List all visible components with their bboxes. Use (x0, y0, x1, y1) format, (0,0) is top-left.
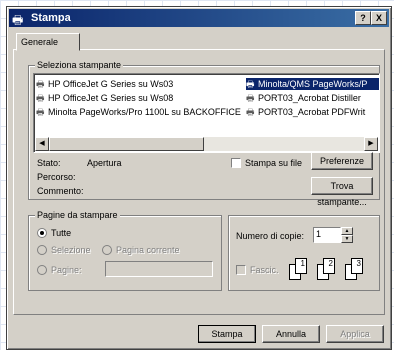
printer-icon: 🖶 (246, 79, 255, 89)
printer-item[interactable]: 🖶 Minolta PageWorks/Pro 1100L su BACKOFFI… (36, 106, 241, 118)
print-to-file-label: Stampa su file (245, 158, 303, 168)
printer-icon: 🖶 (246, 107, 255, 117)
all-pages-radio[interactable] (37, 228, 47, 238)
copies-label: Numero di copie: (236, 231, 305, 241)
printer-item[interactable]: 🖶 PORT03_Acrobat Distiller (246, 92, 361, 104)
close-button[interactable]: X (371, 11, 387, 25)
pages-range-input[interactable] (105, 261, 213, 277)
printer-item[interactable]: 🖶 HP OfficeJet G Series su Ws03 (36, 78, 173, 90)
collate-checkbox[interactable] (236, 265, 246, 275)
status-value: Apertura (87, 158, 122, 168)
cancel-button[interactable]: Annulla (262, 325, 320, 343)
spin-down-icon[interactable]: ▼ (341, 235, 353, 243)
scroll-right-arrow-icon[interactable]: ▶ (364, 137, 378, 151)
page-range-label: Pagine da stampare (35, 210, 120, 220)
page-icon: 2 (323, 258, 335, 274)
find-printer-button[interactable]: Trova stampante... (311, 177, 373, 207)
printer-icon: 🖶 (12, 13, 24, 27)
window-title: Stampa (31, 12, 71, 24)
printer-item-selected[interactable]: 🖶 Minolta/QMS PageWorks/P (246, 78, 379, 90)
page-icon: 3 (351, 258, 363, 274)
printer-item[interactable]: 🖶 HP OfficeJet G Series su Ws08 (36, 92, 173, 104)
current-page-radio[interactable] (102, 245, 112, 255)
print-to-file-checkbox[interactable] (231, 158, 241, 168)
copies-group (228, 215, 380, 291)
title-bar[interactable]: 🖶 Stampa ? X (9, 9, 389, 27)
printer-list[interactable]: 🖶 HP OfficeJet G Series su Ws03 🖶 HP Offic… (33, 73, 380, 153)
help-button[interactable]: ? (355, 11, 371, 25)
pages-label: Pagine: (51, 265, 82, 275)
printer-icon: 🖶 (36, 107, 45, 117)
apply-button[interactable]: Applica (326, 325, 384, 343)
copies-input[interactable]: 1 (313, 227, 341, 243)
tab-general[interactable]: Generale (16, 33, 80, 51)
selection-radio[interactable] (37, 245, 47, 255)
page-icon: 1 (295, 258, 307, 274)
current-page-label: Pagina corrente (116, 245, 180, 255)
printer-icon: 🖶 (246, 93, 255, 103)
printer-icon: 🖶 (36, 79, 45, 89)
location-label: Percorso: (37, 172, 76, 182)
comment-label: Commento: (37, 186, 84, 196)
printer-item[interactable]: 🖶 PORT03_Acrobat PDFWrit (246, 106, 365, 118)
print-button[interactable]: Stampa (198, 325, 256, 343)
select-printer-label: Seleziona stampante (35, 60, 124, 70)
copies-spinner[interactable]: ▲ ▼ (341, 227, 353, 243)
status-label: Stato: (37, 158, 61, 168)
scroll-left-arrow-icon[interactable]: ◀ (35, 137, 49, 151)
printer-list-hscroll[interactable]: ◀ ▶ (35, 137, 378, 151)
pages-radio[interactable] (37, 265, 47, 275)
collate-label: Fascic. (250, 265, 279, 275)
print-dialog: 🖶 Stampa ? X Generale Seleziona stampant… (6, 6, 392, 350)
all-pages-label: Tutte (51, 228, 72, 238)
scroll-thumb[interactable] (49, 137, 204, 151)
selection-label: Selezione (51, 245, 91, 255)
printer-icon: 🖶 (36, 93, 45, 103)
spin-up-icon[interactable]: ▲ (341, 227, 353, 235)
preferences-button[interactable]: Preferenze (311, 152, 373, 170)
